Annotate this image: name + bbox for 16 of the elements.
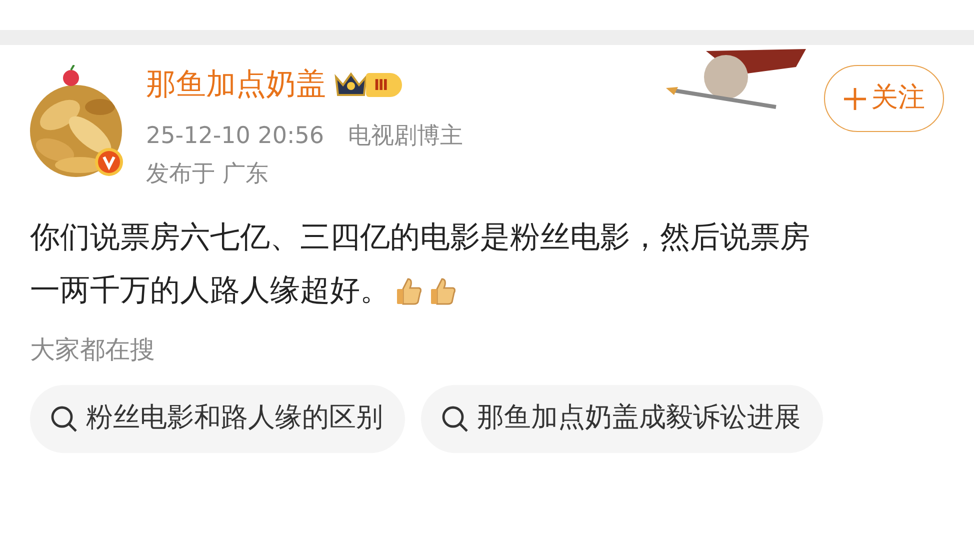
search-icon	[441, 404, 469, 432]
thumbs-up-icon	[428, 276, 458, 306]
thumbs-up-icon	[394, 276, 424, 306]
level-badge: Ⅲ	[334, 71, 402, 99]
author-tag: 电视剧博主	[348, 121, 463, 151]
section-title: 大家都在搜	[30, 334, 156, 366]
post-text-line: 你们说票房六七亿、三四亿的电影是粉丝电影，然后说票房	[30, 220, 810, 255]
search-suggestion[interactable]: 粉丝电影和路人缘的区别	[30, 384, 405, 452]
search-suggestion[interactable]: 那鱼加点奶盖成毅诉讼进展	[421, 384, 823, 452]
plus-icon	[843, 86, 867, 110]
post-location: 发布于 广东	[146, 160, 270, 189]
fruit-icon	[62, 65, 80, 87]
search-icon	[50, 404, 78, 432]
post-time: 25-12-10 20:56	[146, 122, 324, 151]
username: 那鱼加点奶盖	[146, 66, 326, 104]
post-text-line: 一两千万的人路人缘超好。	[30, 272, 390, 310]
